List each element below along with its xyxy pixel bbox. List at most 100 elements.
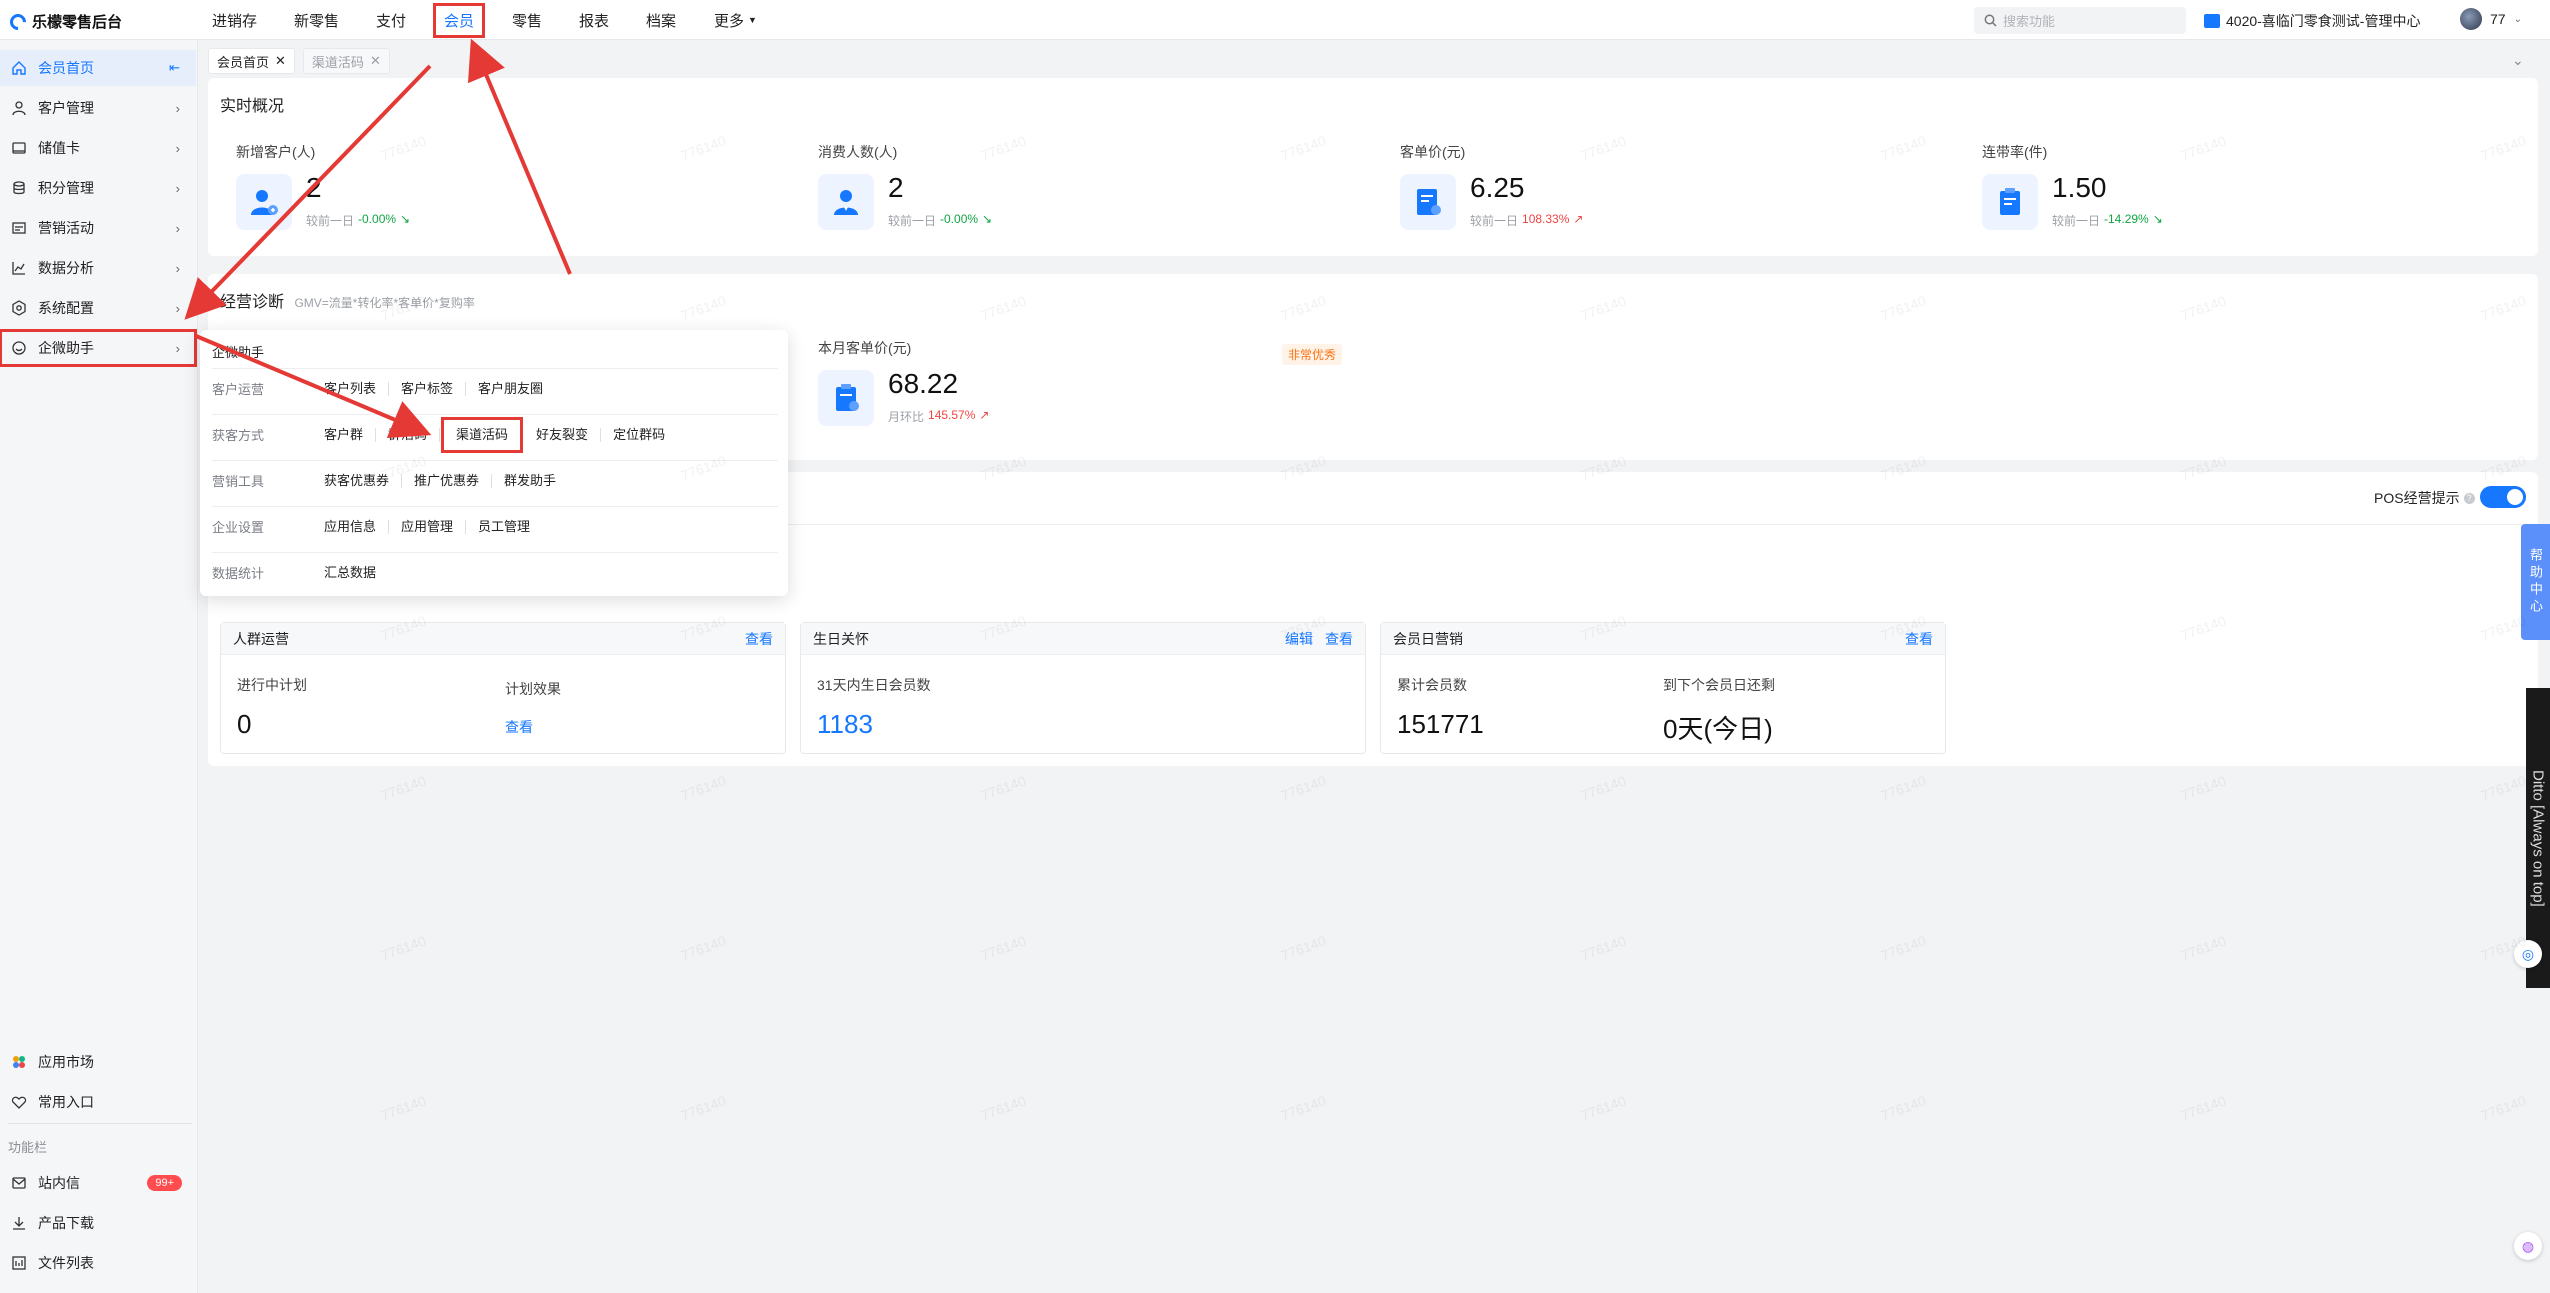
sidebar-item-customers[interactable]: 客户管理 › xyxy=(0,90,196,126)
sidebar-item-stored-card[interactable]: 储值卡 › xyxy=(0,130,196,166)
chevron-right-icon: › xyxy=(175,300,180,316)
info-icon[interactable]: ? xyxy=(2463,492,2475,504)
search-input[interactable]: 搜索功能 xyxy=(1974,7,2186,34)
close-icon[interactable]: ✕ xyxy=(370,53,381,69)
metric-compare-label: 较前一日 xyxy=(2052,214,2101,228)
tab-member-home[interactable]: 会员首页 ✕ xyxy=(208,48,295,74)
menu-link-customer-list[interactable]: 客户列表 xyxy=(312,381,390,396)
tabs-expand-icon[interactable]: ⌄ xyxy=(2512,52,2524,69)
sidebar-item-label: 应用市场 xyxy=(38,1054,94,1070)
sidebar-item-label: 会员首页 xyxy=(38,60,94,76)
nav-item-member[interactable]: 会员 xyxy=(432,0,486,40)
sidebar-section-label: 功能栏 xyxy=(8,1140,48,1155)
sidebar-item-label: 产品下载 xyxy=(38,1215,94,1231)
metric-attach-rate: 连带率(件) 1.50 较前一日 -14.29% ↘ xyxy=(1982,142,2482,252)
assistant-float-icon[interactable]: ◎ xyxy=(2514,940,2542,968)
rating-tag: 非常优秀 xyxy=(1282,344,1343,365)
menu-link-customer-moments[interactable]: 客户朋友圈 xyxy=(466,381,555,396)
menu-link-staff-manage[interactable]: 员工管理 xyxy=(466,519,542,534)
wecom-assistant-menu: 企微助手 客户运营 客户列表 客户标签 客户朋友圈 获客方式 客户群 群活码 渠… xyxy=(200,330,788,596)
close-icon[interactable]: ✕ xyxy=(275,53,286,69)
help-center-button[interactable]: 帮助中心 xyxy=(2521,524,2550,640)
pos-tip-toggle[interactable] xyxy=(2480,486,2526,508)
menu-link-mass-send[interactable]: 群发助手 xyxy=(492,473,568,488)
menu-link-channel-code[interactable]: 渠道活码 xyxy=(441,416,524,453)
tab-channel-code[interactable]: 渠道活码 ✕ xyxy=(302,48,390,74)
menu-category: 获客方式 xyxy=(212,428,265,443)
metric-label: 消费人数(人) xyxy=(818,144,898,160)
nav-item-retail[interactable]: 零售 xyxy=(512,0,542,40)
user-name: 77 xyxy=(2490,11,2506,27)
sidebar-item-member-home[interactable]: 会员首页 ⇤ xyxy=(0,50,196,86)
globe-float-icon[interactable]: ◍ xyxy=(2514,1232,2542,1260)
watermark-text: 776140 xyxy=(2178,932,2229,964)
sidebar-item-marketing[interactable]: 营销活动 › xyxy=(0,210,196,246)
watermark-text: 776140 xyxy=(1278,932,1329,964)
sidebar-item-points[interactable]: 积分管理 › xyxy=(0,170,196,206)
watermark-text: 776140 xyxy=(1278,1092,1329,1124)
view-link[interactable]: 查看 xyxy=(1325,629,1353,649)
menu-link-group-code[interactable]: 群活码 xyxy=(376,427,441,442)
metric-label: 连带率(件) xyxy=(1982,144,2048,160)
birthday-value[interactable]: 1183 xyxy=(817,709,873,740)
chevron-right-icon: › xyxy=(175,100,180,116)
nav-item-reports[interactable]: 报表 xyxy=(579,0,609,40)
next-member-day-label: 到下个会员日还剩 xyxy=(1663,677,1775,693)
sidebar-item-label: 营销活动 xyxy=(38,220,94,236)
sidebar-divider xyxy=(8,1123,192,1124)
sidebar-item-messages[interactable]: 站内信 99+ xyxy=(0,1165,196,1201)
metric-compare-label: 较前一日 xyxy=(1470,214,1519,228)
nav-item-inventory[interactable]: 进销存 xyxy=(212,0,257,40)
menu-link-app-info[interactable]: 应用信息 xyxy=(312,519,390,534)
menu-link-customer-group[interactable]: 客户群 xyxy=(312,427,377,442)
card-icon xyxy=(10,139,28,157)
metric-label: 客单价(元) xyxy=(1400,144,1466,160)
nav-item-archive[interactable]: 档案 xyxy=(646,0,676,40)
birthday-label: 31天内生日会员数 xyxy=(817,677,931,693)
menu-title: 企微助手 xyxy=(212,345,265,360)
nav-item-more[interactable]: 更多 ▼ xyxy=(714,0,757,40)
watermark-text: 776140 xyxy=(2178,772,2229,804)
sidebar-item-favorites[interactable]: 常用入口 xyxy=(0,1084,196,1120)
logo-icon xyxy=(6,10,30,33)
metric-month-avg-price: 本月客单价(元) 68.22 月环比 145.57% ↗ xyxy=(818,338,1318,448)
menu-link-friend-fission[interactable]: 好友裂变 xyxy=(524,427,602,442)
sidebar-item-files[interactable]: 文件列表 xyxy=(0,1245,196,1281)
menu-link-location-group-code[interactable]: 定位群码 xyxy=(601,427,677,442)
watermark-text: 776140 xyxy=(2178,1092,2229,1124)
view-link[interactable]: 查看 xyxy=(1905,629,1933,649)
effect-view-link[interactable]: 查看 xyxy=(505,717,533,737)
ditto-label: Ditto [Always on top] xyxy=(2529,769,2547,907)
nav-item-new-retail[interactable]: 新零售 xyxy=(294,0,339,40)
pos-tip: POS经营提示 ? xyxy=(2374,488,2475,508)
nav-label: 支付 xyxy=(376,12,407,30)
menu-link-promo-coupon[interactable]: 推广优惠券 xyxy=(402,473,493,488)
tab-label: 渠道活码 xyxy=(311,54,364,70)
help-center-label: 帮助中心 xyxy=(2528,548,2543,616)
menu-link-acquisition-coupon[interactable]: 获客优惠券 xyxy=(312,473,403,488)
download-icon xyxy=(10,1214,28,1232)
sidebar-item-analytics[interactable]: 数据分析 › xyxy=(0,250,196,286)
sidebar-item-settings[interactable]: 系统配置 › xyxy=(0,290,196,326)
menu-link-app-manage[interactable]: 应用管理 xyxy=(389,519,467,534)
trend-up-icon: ↗ xyxy=(1573,212,1584,226)
edit-link[interactable]: 编辑 xyxy=(1285,629,1313,649)
view-link[interactable]: 查看 xyxy=(745,629,773,649)
collapse-icon[interactable]: ⇤ xyxy=(169,60,180,76)
sidebar-item-app-market[interactable]: 应用市场 xyxy=(0,1044,196,1080)
metric-new-customers: 新增客户(人) 2 较前一日 -0.00% ↘ xyxy=(236,142,736,252)
store-selector[interactable]: 4020-喜临门零食测试-管理中心 xyxy=(2204,11,2420,31)
total-members-label: 累计会员数 xyxy=(1397,677,1467,693)
tab-bar: 会员首页 ✕ 渠道活码 ✕ xyxy=(208,48,390,74)
sidebar-item-wecom-assistant[interactable]: 企微助手 › xyxy=(0,329,197,367)
menu-category: 营销工具 xyxy=(212,474,265,489)
nav-item-payment[interactable]: 支付 xyxy=(376,0,406,40)
clipboard-icon xyxy=(818,370,874,426)
menu-link-customer-tags[interactable]: 客户标签 xyxy=(389,381,467,396)
user-menu[interactable]: 77 ⌄ xyxy=(2460,8,2522,30)
menu-link-summary-data[interactable]: 汇总数据 xyxy=(312,565,388,580)
metric-compare-value: 145.57% xyxy=(928,408,976,422)
sidebar-item-download[interactable]: 产品下载 xyxy=(0,1205,196,1241)
app-logo[interactable]: 乐檬零售后台 xyxy=(6,10,122,33)
sidebar-item-label: 企微助手 xyxy=(38,340,94,356)
